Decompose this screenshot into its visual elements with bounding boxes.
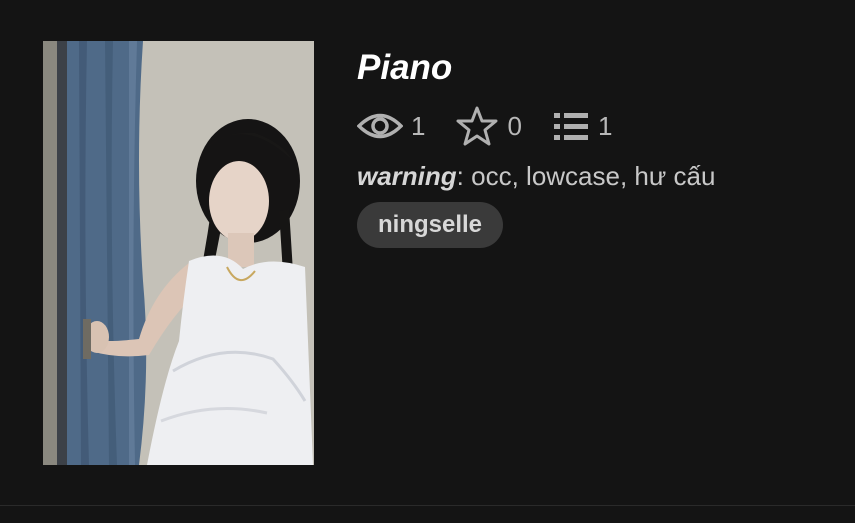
description-text: occ, lowcase, hư cấu (463, 161, 716, 191)
cover-photo (43, 41, 314, 465)
list-icon (552, 110, 590, 142)
story-description: warning: occ, lowcase, hư cấu (357, 160, 827, 192)
description-separator: : (456, 161, 464, 191)
votes-count: 0 (507, 110, 522, 141)
views-count: 1 (411, 110, 426, 141)
parts-count: 1 (597, 110, 613, 141)
story-tag[interactable]: ningselle (357, 202, 504, 248)
divider (0, 505, 855, 506)
story-card[interactable]: Piano 1 0 1 warning: occ, lowcase, hư cấ… (0, 0, 855, 523)
votes-stat: 0 (455, 105, 522, 147)
story-title[interactable]: Piano (357, 48, 827, 88)
views-stat: 1 (357, 111, 425, 142)
star-icon (455, 105, 499, 147)
description-key: warning (357, 161, 457, 191)
story-cover-image[interactable] (43, 41, 314, 465)
story-info: Piano 1 0 1 warning: occ, lowcase, hư cấ… (357, 48, 827, 248)
parts-stat: 1 (552, 110, 612, 142)
story-stats: 1 0 1 (357, 106, 827, 146)
eye-icon (357, 111, 403, 141)
